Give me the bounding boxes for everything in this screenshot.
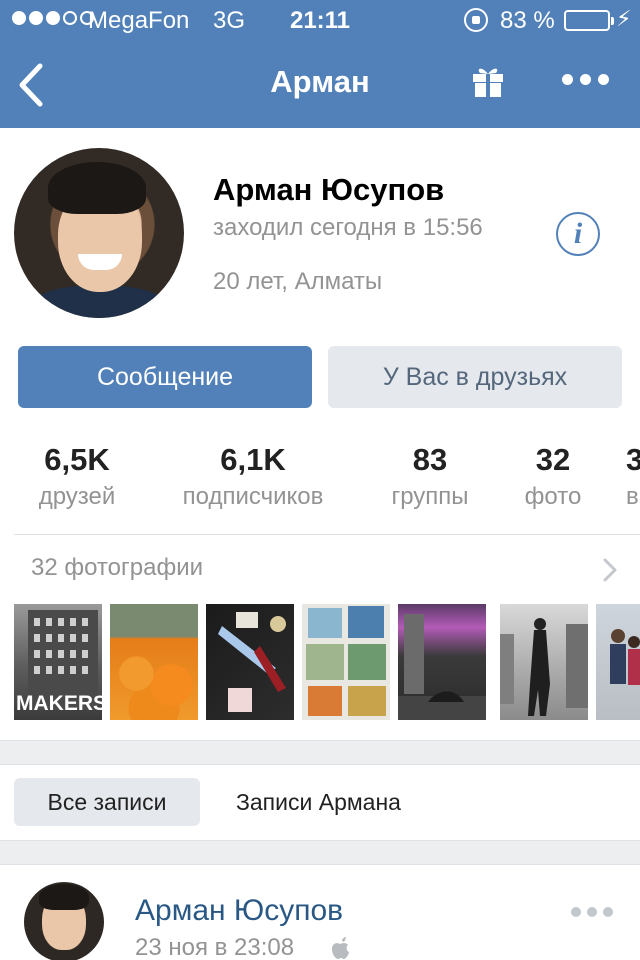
profile-avatar[interactable] <box>14 148 184 318</box>
message-button[interactable]: Сообщение <box>18 346 312 408</box>
tab-owner-posts[interactable]: Записи Армана <box>236 778 401 826</box>
avatar-hair <box>48 162 146 214</box>
post-date: 23 ноя в 23:08 <box>135 934 295 960</box>
counter-value: 3 <box>626 442 640 477</box>
battery-percent: 83 % <box>500 7 555 34</box>
divider <box>0 840 640 841</box>
postcards-photo <box>306 606 386 716</box>
counter-friends[interactable]: 6,5K друзей <box>22 440 132 514</box>
more-dot <box>587 907 597 917</box>
divider <box>0 864 640 865</box>
makers-sign-text: MAKERS <box>16 692 102 715</box>
people-photo <box>610 629 640 685</box>
chevron-right-icon[interactable] <box>600 557 620 583</box>
last-seen-status: заходил сегодня в 15:56 <box>213 214 483 241</box>
counter-value: 6,1K <box>220 442 286 477</box>
photo-thumbnail[interactable] <box>398 604 486 720</box>
statue-photo <box>500 618 588 716</box>
profile-counters: 6,5K друзей 6,1K подписчиков 83 группы 3… <box>0 440 640 520</box>
divider <box>14 534 640 535</box>
counter-value: 83 <box>412 442 448 477</box>
tab-all-posts[interactable]: Все записи <box>14 778 200 826</box>
friends-status-button[interactable]: У Вас в друзьях <box>328 346 622 408</box>
counter-more[interactable]: 3 в <box>626 440 640 514</box>
post-author-name[interactable]: Арман Юсупов <box>135 894 343 928</box>
page-title: Арман <box>270 64 370 99</box>
profile-name: Арман Юсупов <box>213 172 445 207</box>
counter-groups[interactable]: 83 группы <box>372 440 488 514</box>
more-dot <box>580 74 591 85</box>
apple-icon <box>332 937 349 959</box>
age-city: 20 лет, Алматы <box>213 268 383 295</box>
counter-followers[interactable]: 6,1K подписчиков <box>160 440 346 514</box>
battery-icon <box>564 10 614 31</box>
more-horizontal-icon <box>571 907 581 917</box>
post-more-button[interactable] <box>571 907 613 917</box>
building-photo: MAKERS <box>16 610 107 715</box>
photo-thumbnail[interactable] <box>596 604 640 720</box>
info-icon[interactable]: i <box>556 212 600 256</box>
more-horizontal-icon <box>562 74 573 85</box>
counter-label: друзей <box>38 483 116 510</box>
photo-thumbnail[interactable]: MAKERS <box>14 604 107 720</box>
counter-value: 32 <box>535 442 571 477</box>
flatlay-photo <box>218 612 286 712</box>
counter-label: в <box>626 483 639 510</box>
counter-photos[interactable]: 32 фото <box>510 440 596 514</box>
counter-label: группы <box>391 483 469 510</box>
photo-strip: MAKERS <box>0 604 640 720</box>
post-author-avatar[interactable] <box>24 882 104 960</box>
gift-button[interactable] <box>472 64 504 98</box>
photo-thumbnail[interactable] <box>302 604 390 720</box>
street-photo <box>398 614 486 720</box>
counter-value: 6,5K <box>44 442 110 477</box>
avatar-hair <box>39 884 89 910</box>
photo-thumbnail[interactable] <box>500 604 588 720</box>
counter-label: подписчиков <box>182 483 324 510</box>
photo-thumbnail[interactable] <box>110 604 198 720</box>
counter-label: фото <box>524 483 582 510</box>
divider <box>0 740 640 741</box>
more-dot <box>598 74 609 85</box>
top-bar: MegaFon 3G 21:11 83 % ⚡ Арман <box>0 0 640 128</box>
status-bar: MegaFon 3G 21:11 83 % ⚡ <box>0 0 640 40</box>
photos-header[interactable]: 32 фотографии <box>31 554 203 582</box>
divider <box>0 764 640 765</box>
section-gap <box>0 840 640 864</box>
charging-icon: ⚡ <box>616 6 632 31</box>
rotation-lock-icon <box>464 8 488 32</box>
more-dot <box>603 907 613 917</box>
gift-icon <box>473 68 503 97</box>
section-gap <box>0 740 640 764</box>
photo-thumbnail[interactable] <box>206 604 294 720</box>
more-button[interactable] <box>562 74 609 85</box>
